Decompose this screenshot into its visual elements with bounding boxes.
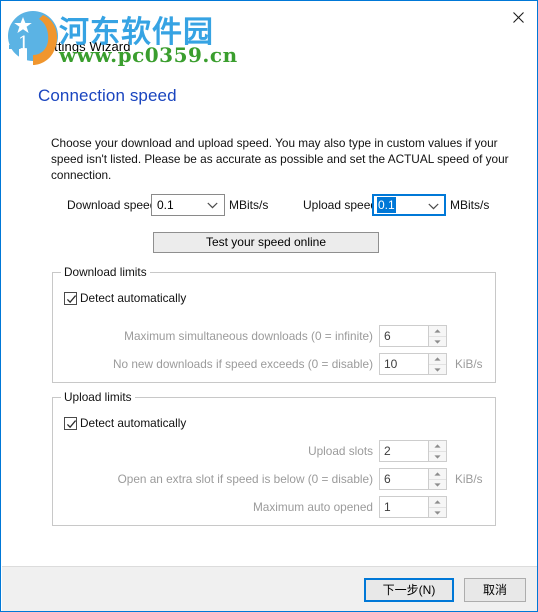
- upload-speed-value: 0.1: [377, 197, 396, 213]
- spinner-buttons: [428, 326, 446, 346]
- cancel-button[interactable]: 取消: [464, 578, 526, 602]
- download-speed-label: Download speed: [67, 198, 157, 212]
- chevron-down-icon: [207, 195, 218, 215]
- spinner-down-icon[interactable]: [429, 364, 446, 375]
- spinner-up-icon[interactable]: [429, 354, 446, 364]
- upload-speed-unit: MBits/s: [450, 198, 490, 212]
- upload-limits-legend: Upload limits: [61, 390, 135, 404]
- download-limits-legend: Download limits: [61, 265, 150, 279]
- download-detect-label: Detect automatically: [80, 291, 187, 305]
- spinner-buttons: [428, 354, 446, 374]
- spinner-up-icon[interactable]: [429, 469, 446, 479]
- window-title: Settings Wizard: [38, 39, 131, 54]
- connection-speed-row: Download speed 0.1 MBits/s Upload speed …: [1, 194, 537, 216]
- max-simultaneous-downloads-input[interactable]: 6: [379, 325, 447, 347]
- spinner-up-icon[interactable]: [429, 497, 446, 507]
- max-auto-opened-input[interactable]: 1: [379, 496, 447, 518]
- upload-slots-input[interactable]: 2: [379, 440, 447, 462]
- extra-slot-speed-value: 6: [384, 472, 391, 486]
- close-icon: [512, 11, 524, 23]
- max-simultaneous-downloads-value: 6: [384, 329, 391, 343]
- spinner-down-icon[interactable]: [429, 479, 446, 490]
- next-button[interactable]: 下一步(N): [364, 578, 454, 602]
- no-new-downloads-value: 10: [384, 357, 398, 371]
- no-new-downloads-input[interactable]: 10: [379, 353, 447, 375]
- spinner-up-icon[interactable]: [429, 441, 446, 451]
- test-speed-button[interactable]: Test your speed online: [153, 232, 379, 253]
- page-title: Connection speed: [38, 86, 177, 105]
- download-speed-unit: MBits/s: [229, 198, 269, 212]
- download-limits-group: Download limits Detect automatically Max…: [52, 265, 496, 383]
- chevron-down-icon: [428, 196, 439, 216]
- no-new-downloads-label: No new downloads if speed exceeds (0 = d…: [112, 357, 373, 371]
- spinner-buttons: [428, 469, 446, 489]
- upload-speed-label: Upload speed: [303, 198, 378, 212]
- upload-limits-group: Upload limits Detect automatically Uploa…: [52, 390, 496, 526]
- upload-slots-label: Upload slots: [308, 444, 373, 458]
- footer-bar: 下一步(N) 取消: [2, 567, 537, 611]
- download-speed-select[interactable]: 0.1: [151, 194, 225, 216]
- max-auto-opened-label: Maximum auto opened: [252, 500, 373, 514]
- close-button[interactable]: [501, 3, 535, 31]
- page-description: Choose your download and upload speed. Y…: [51, 136, 509, 182]
- extra-slot-speed-label: Open an extra slot if speed is below (0 …: [117, 472, 373, 486]
- spinner-buttons: [428, 441, 446, 461]
- download-detect-automatically-checkbox[interactable]: Detect automatically: [64, 291, 186, 305]
- spinner-down-icon[interactable]: [429, 336, 446, 347]
- download-speed-value: 0.1: [157, 198, 174, 212]
- spinner-down-icon[interactable]: [429, 507, 446, 518]
- spinner-buttons: [428, 497, 446, 517]
- checkbox-checked-icon: [64, 416, 77, 430]
- max-simultaneous-downloads-label: Maximum simultaneous downloads (0 = infi…: [124, 329, 373, 343]
- no-new-downloads-unit: KiB/s: [455, 357, 483, 371]
- settings-wizard-window: Settings Wizard Connection speed Choose …: [0, 0, 538, 612]
- extra-slot-speed-unit: KiB/s: [455, 472, 483, 486]
- checkbox-checked-icon: [64, 291, 77, 305]
- max-auto-opened-value: 1: [384, 500, 391, 514]
- spinner-up-icon[interactable]: [429, 326, 446, 336]
- spinner-down-icon[interactable]: [429, 451, 446, 462]
- upload-detect-label: Detect automatically: [80, 416, 187, 430]
- upload-speed-select[interactable]: 0.1: [372, 194, 446, 216]
- title-bar: Settings Wizard: [1, 1, 537, 71]
- upload-detect-automatically-checkbox[interactable]: Detect automatically: [64, 416, 186, 430]
- upload-slots-value: 2: [384, 444, 391, 458]
- extra-slot-speed-input[interactable]: 6: [379, 468, 447, 490]
